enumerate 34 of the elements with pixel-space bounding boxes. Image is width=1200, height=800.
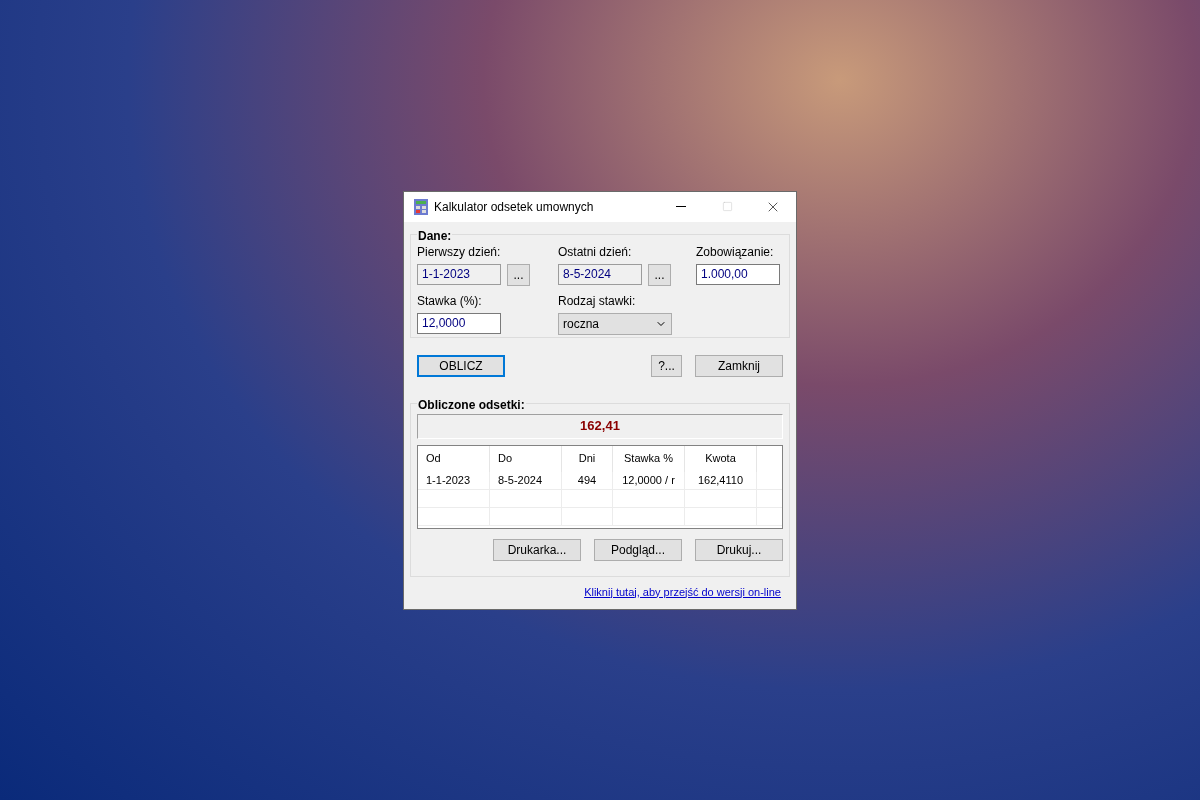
table-cell: 162,4110 [685,471,757,489]
maximize-icon [721,201,733,212]
column-header[interactable]: Od [418,445,490,472]
button[interactable]: Drukarka... [493,538,581,561]
field-label: Stawka (%): [417,292,483,310]
column-header[interactable]: Kwota [685,445,757,472]
button[interactable]: Zamknij [695,354,783,377]
result-value: 162,41 [417,413,783,439]
field-label: Ostatni dzień: [558,243,633,261]
field-label: Pierwszy dzień: [417,243,502,261]
online-version-link[interactable]: Kliknij tutaj, aby przejść do wersji on-line [584,583,781,600]
window-title: Kalkulator odsetek umownych [434,198,595,216]
column-header[interactable]: Dni [562,445,613,472]
button[interactable]: OBLICZ [417,354,505,377]
dropdown[interactable]: roczna [558,312,672,335]
button[interactable]: Drukuj... [695,538,783,561]
table-cell: 1-1-2023 [418,471,490,489]
text-field[interactable]: 12,0000 [417,312,501,334]
button[interactable]: ... [507,263,530,286]
button[interactable]: ?... [651,354,682,377]
field-label: Rodzaj stawki: [558,292,637,310]
calculator-icon [414,198,428,215]
table-cell: 494 [562,471,613,489]
button[interactable]: ... [648,263,671,286]
field-label: Zobowiązanie: [696,243,775,261]
table-cell: 8-5-2024 [490,471,562,489]
text-field[interactable]: 1.000,00 [696,263,780,285]
minimize-icon [676,206,686,207]
text-field[interactable]: 8-5-2024 [558,263,642,285]
text-field[interactable]: 1-1-2023 [417,263,501,285]
table-cell: 12,0000 / r [613,471,685,489]
button[interactable]: Podgląd... [594,538,682,561]
column-header[interactable]: Stawka % [613,445,685,472]
column-header[interactable]: Do [490,445,562,472]
